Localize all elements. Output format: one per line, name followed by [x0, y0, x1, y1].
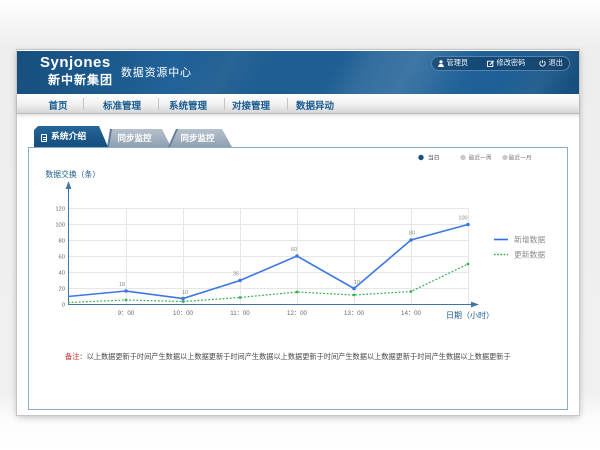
svg-text:日期（小时）: 日期（小时）	[446, 310, 494, 320]
svg-text:11：00: 11：00	[230, 310, 250, 317]
svg-text:9：00: 9：00	[118, 310, 135, 317]
svg-text:80: 80	[409, 231, 415, 237]
svg-text:100: 100	[55, 223, 65, 229]
svg-text:数据交换（条）: 数据交换（条）	[46, 169, 101, 179]
svg-text:60: 60	[59, 255, 65, 261]
svg-text:18: 18	[119, 282, 125, 288]
svg-text:80: 80	[59, 239, 65, 245]
svg-text:100: 100	[458, 216, 467, 222]
svg-text:10：00: 10：00	[173, 310, 194, 317]
svg-text:20: 20	[59, 287, 65, 293]
svg-text:当日: 当日	[428, 154, 440, 162]
svg-text:10: 10	[182, 290, 188, 296]
svg-text:14：00: 14：00	[401, 310, 422, 317]
svg-text:最近一周: 最近一周	[469, 154, 492, 162]
svg-text:60: 60	[291, 247, 297, 253]
svg-text:12：00: 12：00	[287, 310, 308, 317]
svg-text:40: 40	[59, 271, 65, 277]
svg-text:新增数据: 新增数据	[514, 235, 545, 245]
svg-text:最近一月: 最近一月	[509, 154, 532, 162]
svg-text:13：00: 13：00	[344, 310, 365, 317]
svg-text:0: 0	[62, 303, 65, 309]
svg-text:120: 120	[55, 207, 65, 213]
svg-text:更新数据: 更新数据	[514, 250, 545, 260]
svg-text:35: 35	[233, 272, 239, 278]
svg-text:10: 10	[354, 280, 360, 286]
